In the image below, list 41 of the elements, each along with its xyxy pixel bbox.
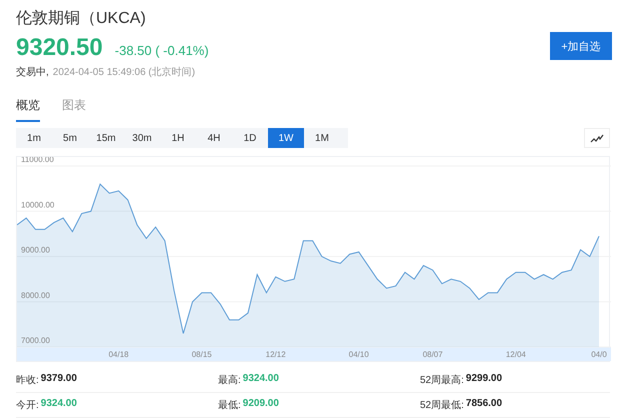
stat-label: 今开: [16,399,39,412]
y-axis-label: 7000.00 [21,336,50,345]
period-button[interactable]: 15m [88,128,124,148]
y-axis-label: 10000.00 [21,200,54,210]
stat-value: 7856.00 [466,398,502,411]
line-chart-icon [590,134,604,142]
period-button[interactable]: 1D [232,128,268,148]
x-axis-label: 08/15 [192,350,212,359]
x-axis-label: 12/04 [506,350,526,359]
period-button[interactable]: 1M [304,128,340,148]
x-axis-label: 08/07 [422,350,443,359]
x-axis-label: 04/0 [591,350,607,359]
trading-status: 交易中, [16,66,49,79]
instrument-title: 伦敦期铜（UKCA) [16,8,147,29]
stat-label: 昨收: [16,374,39,387]
period-button[interactable]: 4H [196,128,232,148]
stat-label: 52周最高: [420,374,464,387]
x-axis-label: 04/10 [348,350,369,359]
period-button[interactable]: 1W [268,128,304,148]
x-axis-label: 12/12 [266,350,286,359]
stat-value: 9299.00 [466,373,502,386]
stat-value: 9379.00 [40,373,77,386]
stat-label: 最低: [218,399,241,412]
stat-label: 最高: [218,374,241,387]
y-axis-label: 8000.00 [21,290,50,300]
timestamp: 2024-04-05 15:49:06 (北京时间) [52,66,196,79]
tab[interactable]: 概览 [16,97,40,122]
price-change: -38.50 ( -0.41%) [114,43,209,58]
chart-type-button[interactable] [584,128,610,148]
stat-value: 9324.00 [40,398,77,411]
stat-label: 52周最低: [420,399,464,412]
period-button[interactable]: 5m [52,128,88,148]
last-price: 9320.50 [16,34,103,62]
period-button[interactable]: 30m [124,128,160,148]
stat-value: 9324.00 [242,373,279,386]
period-button[interactable]: 1H [160,128,196,148]
add-watchlist-button[interactable]: +加自选 [550,32,612,60]
x-axis-label: 04/18 [108,350,129,359]
period-button[interactable]: 1m [16,128,52,148]
stat-value: 9209.00 [242,398,279,411]
y-axis-label: 9000.00 [21,246,50,255]
